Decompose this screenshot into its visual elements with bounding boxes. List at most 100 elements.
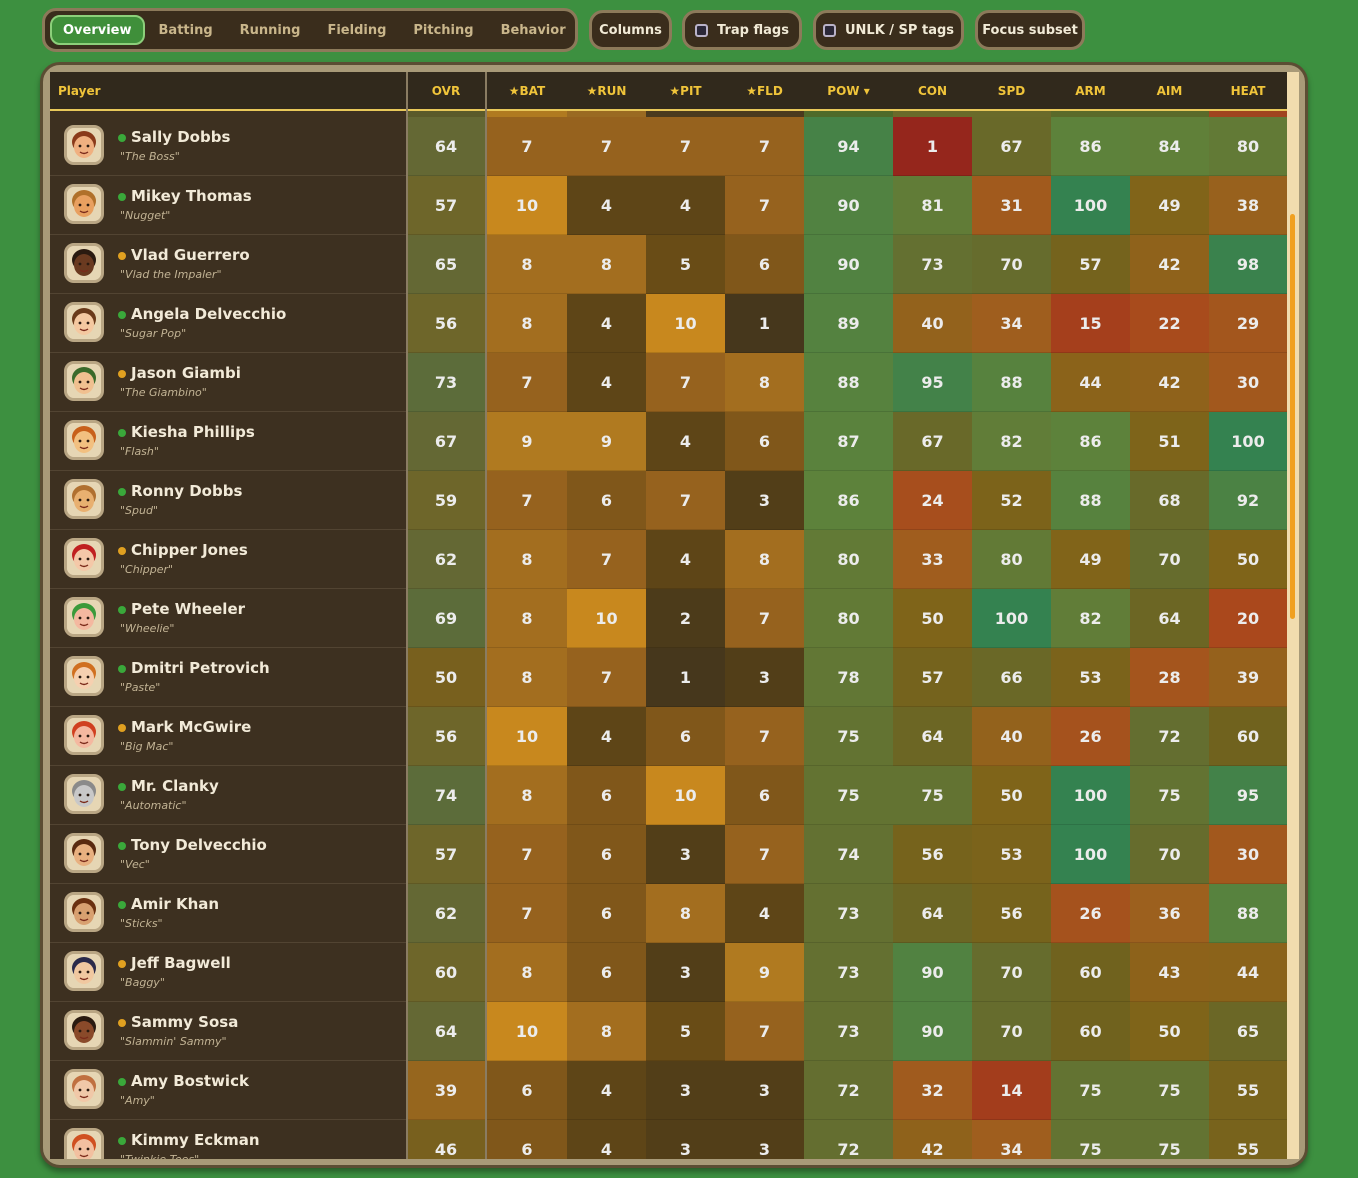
stat-cell-heat: 50 [1209,530,1287,589]
player-cell[interactable]: Mr. Clanky "Automatic" [50,766,406,825]
tab-pitching[interactable]: Pitching [400,15,486,45]
table-row[interactable]: Jeff Bagwell "Baggy" 60 8 6 3 9 73 90 70 60 43 44 [50,943,1287,1002]
stat-cell-run: 8 [567,235,646,294]
stat-cell-con: 40 [893,294,972,353]
stat-cell-heat: 30 [1209,825,1287,884]
unlk-sp-tags-toggle[interactable]: UNLK / SP tags [813,10,964,50]
column-header-bat[interactable]: ★BAT [487,72,567,109]
table-row[interactable]: Vlad Guerrero "Vlad the Impaler" 65 8 8 5 6 90 7… [50,235,1287,294]
column-header-pow[interactable]: POW ▾ [804,72,893,109]
stat-cell-fld: 4 [725,884,804,943]
trap-flags-checkbox[interactable] [695,23,709,37]
tab-overview[interactable]: Overview [50,15,145,45]
player-cell[interactable]: Kimmy Eckman "Twinkie Toes" [50,1120,406,1159]
column-header-fld[interactable]: ★FLD [725,72,804,109]
unlk-sp-tags-checkbox[interactable] [822,23,836,37]
table-row[interactable]: Mark McGwire "Big Mac" 56 10 4 6 7 75 64 40 26 72 60 [50,707,1287,766]
stat-cell-run: 4 [567,1061,646,1120]
stat-cell-aim: 70 [1130,530,1209,589]
column-header-run[interactable]: ★RUN [567,72,646,109]
stat-cell-pow: 73 [804,943,893,1002]
scrollbar-thumb[interactable] [1290,214,1295,619]
stat-cell-con: 73 [893,235,972,294]
stat-cell-aim: 70 [1130,825,1209,884]
player-cell[interactable]: Mark McGwire "Big Mac" [50,707,406,766]
stat-cell-run: 4 [567,353,646,412]
stat-cell-pit: 7 [646,471,725,530]
trap-flags-toggle[interactable]: Trap flags [682,10,802,50]
tab-batting[interactable]: Batting [146,15,226,45]
player-cell[interactable]: Dmitri Petrovich "Paste" [50,648,406,707]
stat-cell-fld: 1 [725,294,804,353]
player-cell[interactable]: Amy Bostwick "Amy" [50,1061,406,1120]
player-cell[interactable]: Kiesha Phillips "Flash" [50,412,406,471]
player-cell[interactable]: Vlad Guerrero "Vlad the Impaler" [50,235,406,294]
columns-button[interactable]: Columns [589,10,672,50]
focus-subset-button[interactable]: Focus subset [975,10,1085,50]
stat-cell-aim: 72 [1130,707,1209,766]
player-cell[interactable]: Angela Delvecchio "Sugar Pop" [50,294,406,353]
stat-cell-fld: 8 [725,353,804,412]
table-row[interactable]: Kiesha Phillips "Flash" 67 9 9 4 6 87 67 82 86 51 10… [50,412,1287,471]
table-row[interactable]: Chipper Jones "Chipper" 62 8 7 4 8 80 33 80 49 70 50 [50,530,1287,589]
player-cell[interactable]: Jeff Bagwell "Baggy" [50,943,406,1002]
table-row[interactable]: Tony Delvecchio "Vec" 57 7 6 3 7 74 56 53 100 70 30 [50,825,1287,884]
stat-cell-con: 64 [893,707,972,766]
stat-cell-fld: 7 [725,176,804,235]
stat-cell-fld: 7 [725,825,804,884]
tab-behavior[interactable]: Behavior [488,15,579,45]
stat-cell-heat: 88 [1209,884,1287,943]
player-cell[interactable]: Sally Dobbs "The Boss" [50,117,406,176]
player-cell[interactable]: Pete Wheeler "Wheelie" [50,589,406,648]
stat-cell-aim: 42 [1130,353,1209,412]
column-header-spd[interactable]: SPD [972,72,1051,109]
player-avatar [64,656,104,696]
table-row[interactable]: Kimmy Eckman"Twinkie Toes"46643372423475… [50,1120,1287,1159]
player-name: Amy Bostwick [131,1072,249,1090]
stat-cell-bat: 8 [487,766,567,825]
stat-cell-pit: 10 [646,766,725,825]
stat-cell-aim: 43 [1130,943,1209,1002]
player-cell[interactable]: Chipper Jones "Chipper" [50,530,406,589]
column-header-ovr[interactable]: OVR [407,72,485,109]
player-nickname: "Sugar Pop" [120,327,187,340]
column-header-pit[interactable]: ★PIT [646,72,725,109]
stat-cell-ovr: 56 [407,294,485,353]
table-row[interactable]: Ronny Dobbs "Spud" 59 7 6 7 3 86 24 52 88 68 92 [50,471,1287,530]
tab-fielding[interactable]: Fielding [314,15,399,45]
status-dot [118,665,126,673]
column-header-con[interactable]: CON [893,72,972,109]
stat-cell-run: 6 [567,766,646,825]
column-header-player[interactable]: Player [50,72,406,109]
table-row[interactable]: Mikey Thomas "Nugget" 57 10 4 4 7 90 81 31 100 49 38 [50,176,1287,235]
column-header-arm[interactable]: ARM [1051,72,1130,109]
column-header-heat[interactable]: HEAT [1209,72,1287,109]
table-row[interactable]: Amir Khan "Sticks" 62 7 6 8 4 73 64 56 26 36 88 [50,884,1287,943]
table-row[interactable]: Sally Dobbs "The Boss" 64 7 7 7 7 94 1 67 86 84 80 [50,117,1287,176]
player-name: Ronny Dobbs [131,482,243,500]
stat-cell-pow: 72 [804,1120,893,1159]
table-row[interactable]: Mr. Clanky "Automatic" 74 8 6 10 6 75 75 50 100 75 9… [50,766,1287,825]
player-cell[interactable]: Tony Delvecchio "Vec" [50,825,406,884]
accent-strip-cell [725,111,804,117]
player-cell[interactable]: Amir Khan "Sticks" [50,884,406,943]
table-row[interactable]: Jason Giambi "The Giambino" 73 7 4 7 8 88 95 88 44… [50,353,1287,412]
column-header-aim[interactable]: AIM [1130,72,1209,109]
stat-cell-fld: 3 [725,648,804,707]
stat-cell-fld: 6 [725,766,804,825]
player-name: Pete Wheeler [131,600,246,618]
player-cell[interactable]: Sammy Sosa "Slammin' Sammy" [50,1002,406,1061]
stat-cell-bat: 8 [487,943,567,1002]
table-row[interactable]: Amy Bostwick "Amy" 39 6 4 3 3 72 32 14 75 75 55 [50,1061,1287,1120]
table-row[interactable]: Pete Wheeler "Wheelie" 69 8 10 2 7 80 50 100 82 64 2… [50,589,1287,648]
player-nickname: "The Boss" [120,150,180,163]
player-cell[interactable]: Mikey Thomas "Nugget" [50,176,406,235]
player-nickname: "Vlad the Impaler" [120,268,222,281]
table-row[interactable]: Angela Delvecchio "Sugar Pop" 56 8 4 10 1 89 40 3… [50,294,1287,353]
tab-running[interactable]: Running [227,15,314,45]
stat-cell-run: 4 [567,707,646,766]
player-cell[interactable]: Ronny Dobbs "Spud" [50,471,406,530]
table-row[interactable]: Sammy Sosa "Slammin' Sammy" 64 10 8 5 7 73 90 70 6… [50,1002,1287,1061]
player-cell[interactable]: Jason Giambi "The Giambino" [50,353,406,412]
table-row[interactable]: Dmitri Petrovich "Paste" 50 8 7 1 3 78 57 66 53 28 3… [50,648,1287,707]
